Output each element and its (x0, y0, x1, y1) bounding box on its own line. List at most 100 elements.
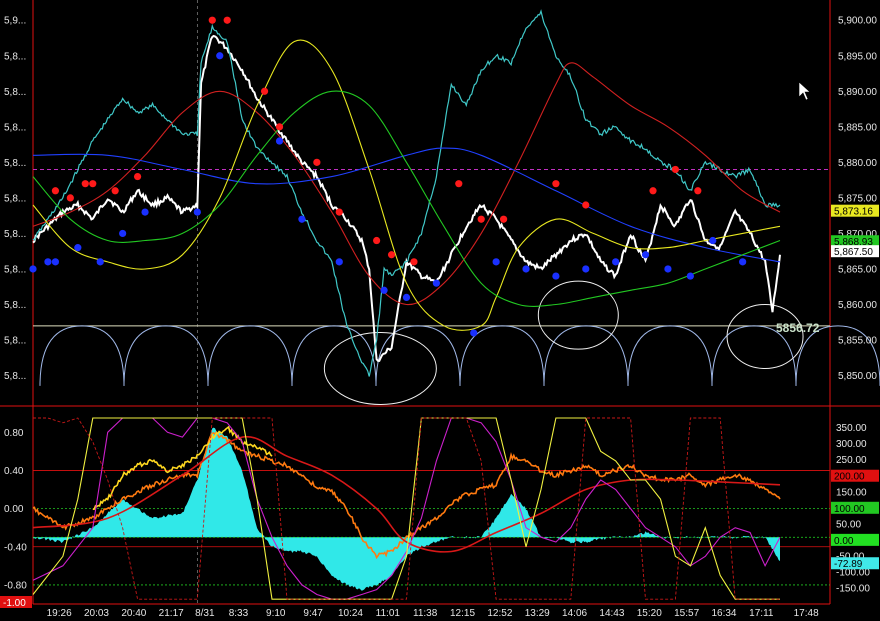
price-left-tick-label: 5,8... (4, 300, 26, 311)
oscillator-tag: 200.00 (831, 469, 879, 483)
price-tag-text: 5,867.50 (834, 247, 873, 258)
price-left-tick-label: 5,8... (4, 336, 26, 347)
time-axis-tick-label: 8/31 (195, 608, 215, 619)
blue-signal-dot[interactable] (335, 258, 343, 266)
red-signal-dot[interactable] (275, 123, 284, 131)
price-axis-tick-label: 5,880.00 (838, 158, 877, 169)
price-tag: 5,873.16 (831, 204, 879, 218)
price-left-tick-label: 5,8... (4, 193, 26, 204)
red-signal-dot[interactable] (81, 180, 89, 188)
blue-signal-dot[interactable] (44, 258, 52, 266)
time-axis-tick-label: 17:11 (749, 608, 774, 619)
price-axis-tick-label: 5,865.00 (838, 264, 877, 275)
blue-signal-dot[interactable] (641, 251, 650, 259)
price-axis-tick-label: 5,895.00 (838, 51, 877, 62)
red-signal-dot[interactable] (89, 180, 97, 188)
time-axis-tick-label: 9:47 (303, 608, 323, 619)
price-axis-tick-label: 5,875.00 (838, 193, 877, 204)
oscillator-tag: -72.89 (831, 557, 879, 570)
blue-signal-dot[interactable] (612, 258, 620, 266)
oscillator-tag-text: -72.89 (834, 559, 863, 570)
red-signal-dot[interactable] (477, 215, 485, 223)
red-signal-dot[interactable] (373, 236, 381, 245)
red-signal-dot[interactable] (133, 172, 142, 181)
red-signal-dot[interactable] (260, 87, 269, 95)
price-left-tick-label: 5,8... (4, 229, 26, 240)
time-axis-tick-label: 9:10 (266, 608, 286, 619)
red-signal-dot[interactable] (387, 251, 396, 259)
blue-signal-dot[interactable] (96, 258, 104, 266)
red-signal-dot[interactable] (51, 187, 60, 195)
time-axis-tick-label: 11:38 (413, 608, 438, 619)
red-signal-dot[interactable] (208, 16, 216, 24)
oscillator-left-tick-label: 0.40 (4, 466, 24, 477)
blue-signal-dot[interactable] (29, 265, 37, 273)
oscillator-right-tick-label: 50.00 (836, 519, 861, 530)
blue-signal-dot[interactable] (275, 137, 284, 145)
oscillator-left-tick-label: 0.00 (4, 504, 24, 515)
chart-canvas: 5856.72 5,900.00 5,895.00 5,890.00 5,885.00… (0, 0, 880, 621)
red-signal-dot[interactable] (455, 180, 463, 188)
blue-signal-dot[interactable] (380, 286, 388, 294)
blue-signal-dot[interactable] (664, 265, 672, 273)
oscillator-right-tick-label: 300.00 (836, 439, 867, 450)
blue-signal-dot[interactable] (432, 279, 440, 287)
red-signal-dot[interactable] (649, 187, 657, 195)
oscillator-left-tag: -1.00 (0, 596, 32, 609)
time-axis-tick-label: 12:15 (450, 608, 475, 619)
red-signal-dot[interactable] (582, 201, 590, 209)
blue-signal-dot[interactable] (51, 258, 60, 266)
blue-signal-dot[interactable] (709, 236, 717, 245)
blue-signal-dot[interactable] (141, 208, 149, 216)
blue-signal-dot[interactable] (522, 265, 530, 273)
blue-signal-dot[interactable] (739, 258, 747, 266)
blue-signal-dot[interactable] (582, 265, 590, 273)
blue-signal-dot[interactable] (686, 272, 694, 280)
time-axis-tick-label: 15:57 (674, 608, 699, 619)
time-axis-tick-label: 14:43 (599, 608, 624, 619)
price-tag: 5,867.50 (831, 245, 879, 258)
red-signal-dot[interactable] (552, 180, 560, 188)
oscillator-left-tick-label: -0.80 (4, 580, 27, 591)
price-left-tick-label: 5,8... (4, 87, 26, 98)
time-axis-tick-label: 19:26 (47, 608, 72, 619)
oscillator-right-tick-label: 150.00 (836, 487, 867, 498)
red-signal-dot[interactable] (111, 187, 119, 195)
blue-signal-dot[interactable] (492, 258, 500, 266)
oscillator-tag-text: 0.00 (834, 536, 854, 547)
price-left-tick-label: 5,8... (4, 51, 26, 62)
oscillator-right-tick-label: 250.00 (836, 455, 867, 466)
blue-signal-dot[interactable] (552, 272, 560, 280)
red-signal-dot[interactable] (223, 16, 231, 24)
red-signal-dot[interactable] (694, 187, 702, 195)
red-signal-dot[interactable] (500, 215, 508, 223)
time-axis-tick-label: 17:48 (794, 608, 819, 619)
oscillator-right-tick-label: 350.00 (836, 423, 867, 434)
red-signal-dot[interactable] (335, 208, 343, 216)
time-axis-tick-label: 16:34 (711, 608, 736, 619)
blue-signal-dot[interactable] (298, 215, 306, 223)
price-axis-tick-label: 5,890.00 (838, 87, 877, 98)
red-signal-dot[interactable] (313, 158, 321, 166)
oscillator-tag: 100.00 (831, 501, 879, 515)
red-signal-dot[interactable] (671, 165, 680, 174)
oscillator-tag-text: 200.00 (834, 472, 865, 483)
time-axis-tick-label: 13:29 (525, 608, 550, 619)
red-signal-dot[interactable] (410, 258, 418, 266)
oscillator-left-tick-label: -0.40 (4, 542, 27, 553)
blue-signal-dot[interactable] (402, 293, 411, 301)
time-axis-tick-label: 15:20 (637, 608, 662, 619)
blue-signal-dot[interactable] (470, 329, 478, 337)
time-axis-tick-label: 20:40 (121, 608, 146, 619)
blue-signal-dot[interactable] (216, 52, 224, 60)
price-left-tick-label: 5,8... (4, 264, 26, 275)
oscillator-left-tick-label: 0.80 (4, 428, 24, 439)
blue-signal-dot[interactable] (74, 244, 82, 252)
price-tag-text: 5,873.16 (834, 207, 873, 218)
time-axis-tick-label: 8:33 (229, 608, 249, 619)
price-left-tick-label: 5,9... (4, 16, 26, 27)
blue-signal-dot[interactable] (193, 208, 201, 216)
price-left-tick-label: 5,8... (4, 371, 26, 382)
red-signal-dot[interactable] (66, 194, 74, 202)
blue-signal-dot[interactable] (119, 229, 127, 238)
